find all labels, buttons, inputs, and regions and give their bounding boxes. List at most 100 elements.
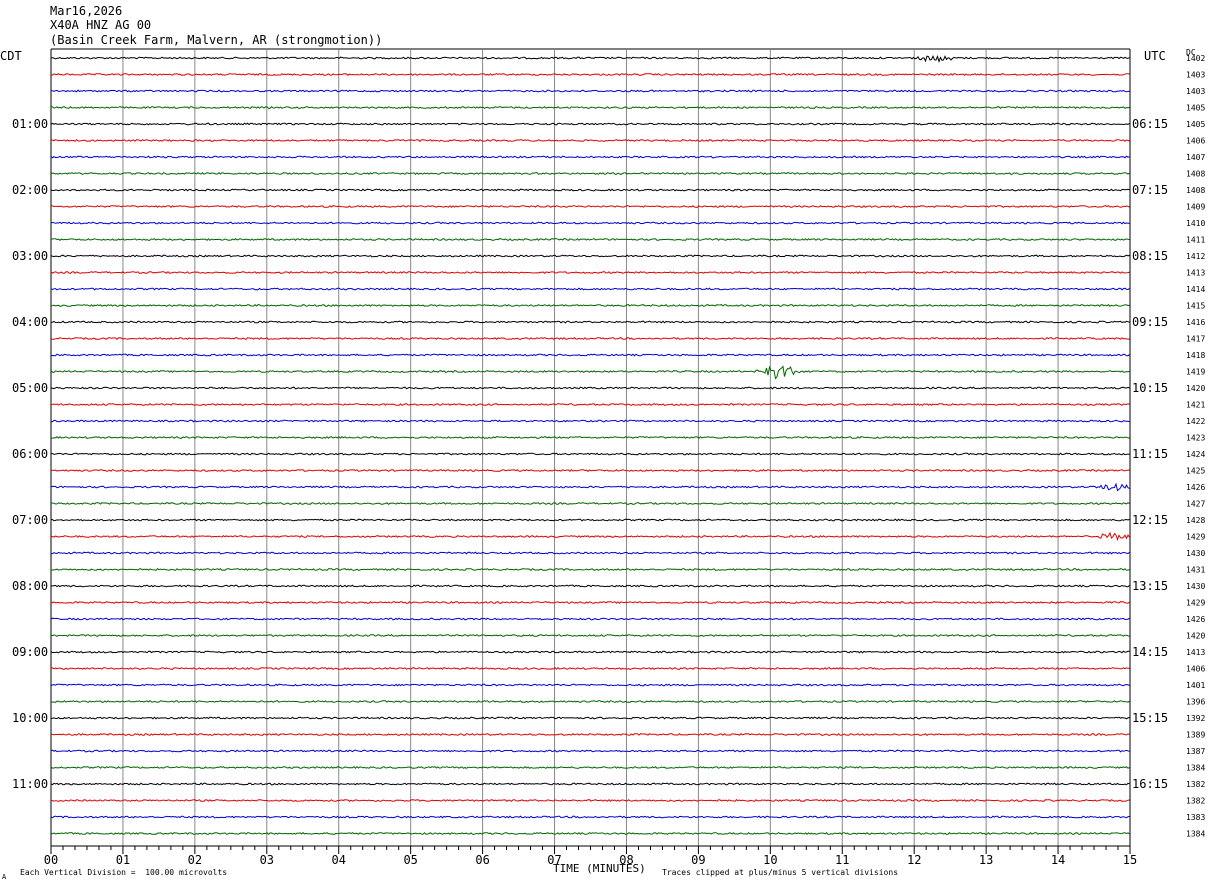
time-labels: 1402 1403 1403 1405 1405 1406 1407 1408 1408 1409… [12,54,1205,839]
seismic-trace [50,73,1130,76]
utc-hour-label: 08:15 [1132,249,1168,263]
seismic-trace [50,617,1130,621]
dc-offset-label: 1384 [1186,830,1205,839]
cdt-hour-label: 06:00 [12,447,48,461]
dc-offset-label: 1430 [1186,582,1205,591]
x-tick-label: 02 [188,853,202,867]
dc-offset-label: 1389 [1186,731,1205,740]
dc-offset-label: 1420 [1186,632,1205,641]
seismic-trace [50,254,1130,258]
seismic-trace [50,531,1130,542]
seismic-trace [51,89,1130,93]
seismic-trace [50,699,1130,703]
dc-offset-label: 1384 [1186,764,1205,773]
cdt-hour-label: 07:00 [12,513,48,527]
dc-offset-label: 1407 [1186,153,1205,162]
seismic-trace [50,650,1130,654]
seismic-trace [50,766,1130,770]
dc-offset-label: 1426 [1186,615,1205,624]
dc-offset-label: 1424 [1186,450,1205,459]
dc-offset-label: 1414 [1186,285,1205,294]
seismic-trace [50,634,1130,637]
dc-offset-label: 1413 [1186,269,1205,278]
dc-offset-label: 1429 [1186,533,1205,542]
dc-offset-label: 1419 [1186,368,1205,377]
dc-offset-label: 1422 [1186,417,1205,426]
dc-offset-label: 1415 [1186,302,1205,311]
seismic-trace [50,749,1130,753]
seismic-trace [50,188,1130,192]
seismic-trace [50,386,1130,390]
scale-note: Each Vertical Division = 100.00 microvol… [20,868,228,877]
x-tick-label: 15 [1123,853,1137,867]
utc-hour-label: 16:15 [1132,777,1168,791]
dc-offset-label: 1387 [1186,747,1205,756]
seismic-trace [50,270,1130,274]
dc-offset-label: 1408 [1186,186,1205,195]
utc-hour-label: 15:15 [1132,711,1168,725]
dc-offset-label: 1405 [1186,120,1205,129]
cdt-hour-label: 05:00 [12,381,48,395]
x-tick-label: 10 [763,853,777,867]
utc-hour-label: 09:15 [1132,315,1168,329]
dc-offset-label: 1430 [1186,549,1205,558]
seismic-trace [50,716,1130,720]
seismic-trace [50,482,1130,492]
seismic-trace [50,122,1130,126]
grid-lines [50,48,1131,846]
x-tick-label: 12 [907,853,921,867]
x-tick-label: 03 [260,853,274,867]
cdt-hour-label: 04:00 [12,315,48,329]
seismic-trace [50,518,1130,522]
dc-offset-label: 1425 [1186,467,1205,476]
dc-offset-label: 1412 [1186,252,1205,261]
dc-offset-label: 1406 [1186,665,1205,674]
seismogram-plot: 1402140314031405140514061407140814081409… [12,48,1205,867]
dc-offset-label: 1403 [1186,87,1205,96]
dc-offset-label: 1401 [1186,681,1205,690]
dc-offset-label: 1426 [1186,483,1205,492]
dc-offset-label: 1418 [1186,351,1205,360]
traces [50,54,1130,836]
seismic-trace [50,798,1130,803]
dc-offset-label: 1427 [1186,500,1205,509]
cdt-hour-label: 08:00 [12,579,48,593]
x-tick-label: 11 [835,853,849,867]
x-tick-label: 05 [403,853,417,867]
cdt-hour-label: 02:00 [12,183,48,197]
dc-offset-label: 1417 [1186,335,1205,344]
seismic-trace [50,139,1130,142]
seismic-trace [50,815,1130,819]
dc-offset-label: 1382 [1186,780,1205,789]
utc-hour-label: 07:15 [1132,183,1168,197]
seismic-trace [50,172,1130,175]
dc-offset-label: 1420 [1186,384,1205,393]
dc-offset-label: 1421 [1186,401,1205,410]
dc-offset-label: 1402 [1186,54,1205,63]
seismic-trace [50,365,1130,380]
seismic-trace [50,155,1130,159]
seismic-trace [50,452,1130,456]
x-axis-title: TIME (MINUTES) [553,862,646,875]
seismic-trace [50,468,1130,472]
x-tick-label: 09 [691,853,705,867]
dc-offset-label: 1408 [1186,170,1205,179]
seismic-trace [50,237,1130,241]
utc-hour-label: 12:15 [1132,513,1168,527]
seismic-trace [50,600,1130,604]
x-tick-label: 13 [979,853,993,867]
x-tick-label: 04 [332,853,346,867]
x-tick-label: 01 [116,853,130,867]
dc-offset-label: 1413 [1186,648,1205,657]
seismic-trace [50,782,1130,786]
dc-offset-label: 1423 [1186,434,1205,443]
cdt-hour-label: 11:00 [12,777,48,791]
corner-mark: A [2,873,7,881]
dc-offset-label: 1416 [1186,318,1205,327]
utc-hour-label: 14:15 [1132,645,1168,659]
cdt-hour-label: 09:00 [12,645,48,659]
seismic-trace [50,403,1130,406]
utc-hour-label: 11:15 [1132,447,1168,461]
dc-offset-label: 1428 [1186,516,1205,525]
dc-offset-label: 1406 [1186,137,1205,146]
